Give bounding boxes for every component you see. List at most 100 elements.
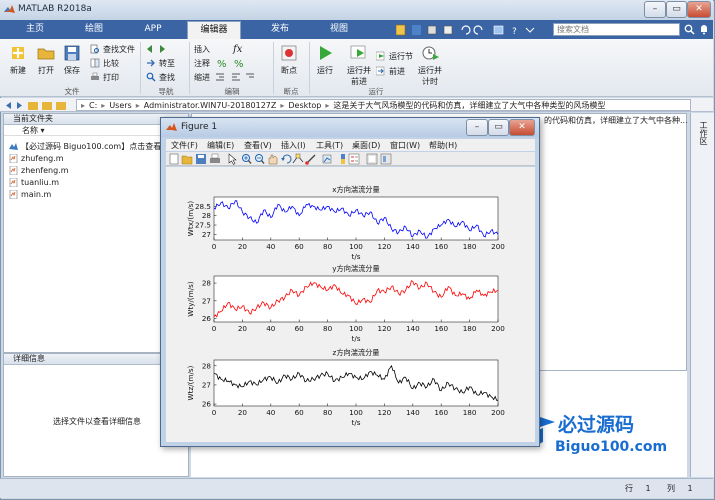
- tab-plots[interactable]: 绘图: [69, 21, 119, 39]
- tab-view[interactable]: 视图: [314, 21, 364, 39]
- zoom-out-icon[interactable]: [255, 154, 265, 164]
- svg-text:?: ?: [512, 27, 517, 36]
- run-and-advance-button[interactable]: 运行并 前进: [347, 43, 371, 87]
- x-tick-label: 200: [491, 324, 505, 333]
- nav-arrows-icon: [147, 45, 165, 53]
- workspace-panel-collapsed[interactable]: 工作区: [690, 113, 714, 477]
- m-file-icon: [9, 154, 18, 163]
- tab-home[interactable]: 主页: [10, 21, 60, 39]
- path-segment-folder[interactable]: 这是关于大气风场模型的代码和仿真，详细建立了大气中各种类型的风场模型: [333, 100, 605, 111]
- menu-help[interactable]: 帮助(H): [429, 140, 457, 151]
- file-name: tuanliu.m: [21, 178, 60, 187]
- fx-button[interactable]: fx: [233, 43, 242, 55]
- x-tick-label: 20: [238, 408, 248, 417]
- search-icon[interactable]: [684, 24, 695, 35]
- comment-percent-icons[interactable]: %%: [214, 57, 254, 69]
- link-plot-icon[interactable]: [322, 154, 332, 164]
- legend-icon[interactable]: [348, 153, 360, 165]
- figure-minimize-button[interactable]: –: [466, 119, 488, 136]
- y-tick-label: 26: [202, 314, 212, 323]
- tab-apps[interactable]: APP: [128, 21, 178, 39]
- breakpoints-button[interactable]: 断点: [279, 43, 299, 76]
- search-documentation-input[interactable]: 搜索文档: [553, 23, 680, 36]
- list-item[interactable]: zhenfeng.m: [9, 165, 68, 176]
- run-button[interactable]: 运行: [315, 43, 335, 76]
- insert-label: 插入: [194, 44, 210, 54]
- tab-editor[interactable]: 编辑器: [187, 21, 241, 39]
- tab-publish[interactable]: 发布: [255, 21, 305, 39]
- compare-button[interactable]: 比较: [90, 57, 119, 69]
- minimize-button[interactable]: –: [644, 1, 666, 18]
- menu-tools[interactable]: 工具(T): [316, 140, 343, 151]
- figure-maximize-button[interactable]: ▭: [488, 119, 509, 136]
- editor-tab-title[interactable]: 的代码和仿真，详细建立了大气中各种...: [544, 115, 688, 126]
- x-tick-label: 80: [323, 242, 333, 251]
- path-segment-drive[interactable]: C:: [89, 101, 97, 110]
- goto-button[interactable]: 转至: [146, 57, 175, 69]
- find-files-button[interactable]: 查找文件: [90, 43, 135, 55]
- menu-view[interactable]: 查看(V): [244, 140, 272, 151]
- menu-file[interactable]: 文件(F): [171, 140, 198, 151]
- hide-plot-tools-icon[interactable]: [366, 153, 378, 165]
- nav-back-button[interactable]: [146, 43, 169, 55]
- y-tick-label: 28.5: [195, 202, 211, 211]
- new-button[interactable]: 新建: [8, 43, 28, 76]
- save-label: 保存: [64, 66, 80, 75]
- svg-text:%: %: [234, 59, 244, 69]
- maximize-button[interactable]: ▭: [666, 1, 687, 18]
- colorbar-icon[interactable]: [341, 154, 345, 164]
- rotate-3d-icon[interactable]: [281, 154, 292, 164]
- run-section-button[interactable]: 运行节: [376, 50, 413, 62]
- pan-hand-icon[interactable]: [268, 154, 278, 165]
- menu-window[interactable]: 窗口(W): [390, 140, 420, 151]
- x-tick-label: 160: [434, 408, 448, 417]
- indent-button[interactable]: 缩进: [194, 71, 210, 83]
- address-path-field[interactable]: ▸ C: ▸ Users ▸ Administrator.WIN7U-20180…: [76, 99, 691, 111]
- find-button[interactable]: 查找: [146, 71, 175, 83]
- list-item[interactable]: main.m: [9, 189, 51, 200]
- advance-button[interactable]: 前进: [376, 65, 405, 77]
- path-segment-desktop[interactable]: Desktop: [288, 101, 321, 110]
- close-button[interactable]: ✕: [687, 1, 711, 18]
- path-segment-user[interactable]: Administrator.WIN7U-20180127Z: [144, 101, 277, 110]
- comment-button[interactable]: 注释: [194, 57, 210, 69]
- pointer-arrow-icon[interactable]: [228, 153, 237, 165]
- run-and-time-button[interactable]: 运行并 计时: [418, 43, 442, 87]
- y-tick-label: 28: [202, 361, 212, 370]
- x-tick-label: 60: [295, 324, 305, 333]
- print-button[interactable]: 打印: [90, 71, 119, 83]
- y-axis-label: Wtx/(m/s): [186, 201, 195, 237]
- chart-title: z方向湍流分量: [333, 348, 380, 357]
- figure-menubar: 文件(F) 编辑(E) 查看(V) 插入(I) 工具(T) 桌面(D) 窗口(W…: [166, 139, 535, 151]
- data-cursor-icon[interactable]: [292, 153, 304, 164]
- compare-label: 比较: [103, 58, 119, 68]
- list-item[interactable]: zhufeng.m: [9, 153, 64, 164]
- indent-icons[interactable]: [214, 71, 254, 83]
- show-plot-tools-icon[interactable]: [380, 153, 392, 165]
- x-tick-label: 40: [266, 408, 276, 417]
- notification-icon[interactable]: [699, 24, 709, 35]
- column-name-label: 名称: [22, 126, 38, 135]
- list-item[interactable]: tuanliu.m: [9, 177, 59, 188]
- address-nav-icons[interactable]: [4, 100, 74, 111]
- menu-edit[interactable]: 编辑(E): [207, 140, 234, 151]
- print-figure-icon[interactable]: [210, 153, 220, 163]
- zoom-in-icon[interactable]: [242, 154, 252, 164]
- x-tick-label: 0: [212, 242, 217, 251]
- list-item[interactable]: 【必过源码 Biguo100.com】点击查看: [9, 141, 161, 152]
- menu-insert[interactable]: 插入(I): [281, 140, 306, 151]
- open-file-icon[interactable]: [181, 155, 193, 165]
- save-button[interactable]: 保存: [62, 43, 82, 76]
- menu-desktop[interactable]: 桌面(D): [352, 140, 380, 151]
- open-button[interactable]: 打开: [36, 43, 56, 76]
- chart-area: x方向湍流分量 0 20 40 60 80 100 120 140 160 180 200 27 27.5…: [165, 166, 534, 441]
- insert-button[interactable]: 插入: [194, 43, 210, 55]
- save-figure-icon[interactable]: [196, 154, 206, 164]
- svg-text:必过源码: 必过源码: [557, 413, 634, 436]
- svg-text:Biguo100.com: Biguo100.com: [555, 439, 667, 455]
- breakpoint-icon: [281, 45, 297, 61]
- new-figure-icon[interactable]: [169, 153, 179, 165]
- brush-icon[interactable]: [305, 154, 316, 165]
- path-segment-users[interactable]: Users: [109, 101, 131, 110]
- figure-close-button[interactable]: ✕: [509, 119, 535, 136]
